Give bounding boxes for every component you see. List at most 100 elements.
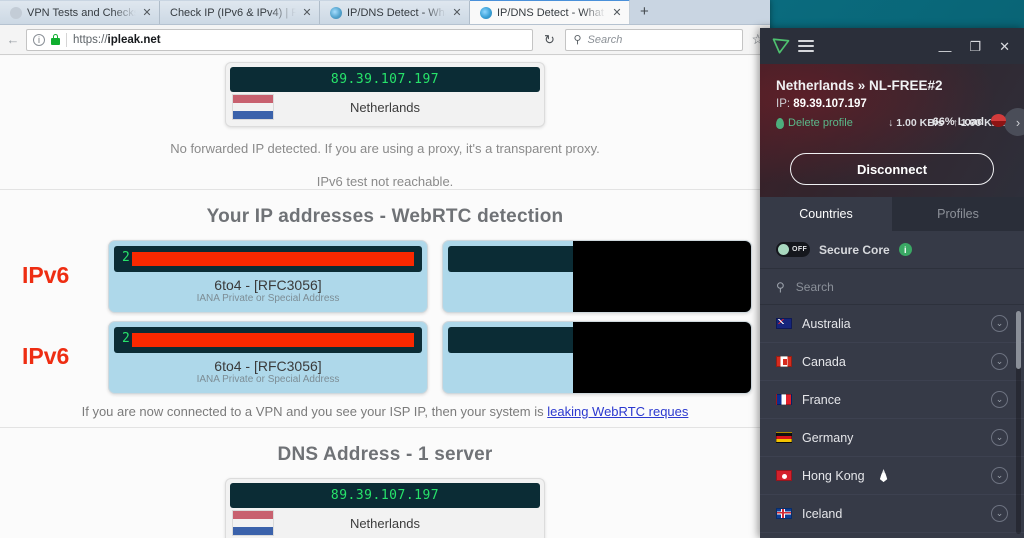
- redaction-block: [573, 322, 751, 393]
- vpn-search-field[interactable]: ⚲ Search: [760, 269, 1024, 305]
- secure-core-row: OFF Secure Core i: [760, 231, 1024, 269]
- browser-tab-2[interactable]: Check IP (IPv6 & IPv4) | Perfect P ✕: [160, 1, 320, 24]
- country-row-canada[interactable]: Canada ⌄: [760, 343, 1024, 381]
- redaction-bar: [132, 252, 414, 266]
- browser-tab-1[interactable]: VPN Tests and Checks - A Ho ✕: [0, 1, 160, 24]
- new-tab-button[interactable]: +: [630, 3, 659, 22]
- webrtc-ip-visible-prefix: 2: [122, 250, 130, 265]
- delete-profile-label: Delete profile: [788, 117, 853, 129]
- webrtc-row-2: IPv6 2 6to4 - [RFC3056] IANA Private or …: [0, 321, 770, 394]
- info-icon[interactable]: i: [898, 243, 912, 256]
- chevron-down-icon[interactable]: ⌄: [991, 429, 1008, 446]
- search-icon: ⚲: [573, 34, 582, 46]
- reload-icon[interactable]: ↻: [539, 32, 559, 48]
- tab-profiles[interactable]: Profiles: [892, 197, 1024, 231]
- tab-title: IP/DNS Detect - What is your: [347, 6, 446, 19]
- browser-tab-3[interactable]: IP/DNS Detect - What is your ✕: [320, 1, 470, 24]
- browser-window: VPN Tests and Checks - A Ho ✕ Check IP (…: [0, 0, 770, 538]
- country-list[interactable]: Australia ⌄ Canada ⌄ France ⌄ Germany ⌄ …: [760, 305, 1024, 538]
- webrtc-row-1-label: IPv6: [22, 262, 70, 288]
- webrtc-footer-text: If you are now connected to a VPN and yo…: [81, 404, 548, 419]
- expand-server-arrow-icon[interactable]: ›: [1004, 108, 1024, 136]
- country-row-hong-kong[interactable]: Hong Kong ⌄: [760, 457, 1024, 495]
- location-pin-icon: [776, 117, 784, 129]
- detected-ip-value: 89.39.107.197: [230, 67, 540, 92]
- toggle-knob: [778, 244, 789, 255]
- secure-core-toggle[interactable]: OFF: [776, 242, 810, 257]
- close-button[interactable]: ✕: [999, 40, 1010, 53]
- webrtc-row-1-right-card: [442, 240, 752, 313]
- webrtc-row-1: IPv6 2 6to4 - [RFC3056] IANA Private or …: [0, 240, 770, 313]
- detected-ip-card: 89.39.107.197 Netherlands: [225, 62, 545, 127]
- country-row-france[interactable]: France ⌄: [760, 381, 1024, 419]
- chevron-down-icon[interactable]: ⌄: [991, 505, 1008, 522]
- country-name: Iceland: [802, 506, 843, 521]
- tab-title: Check IP (IPv6 & IPv4) | Perfect P: [170, 6, 296, 19]
- webrtc-row-2-left-subtitle: IANA Private or Special Address: [196, 374, 340, 385]
- chevron-down-icon[interactable]: ⌄: [991, 315, 1008, 332]
- vpn-search-placeholder: Search: [795, 279, 834, 294]
- search-placeholder: Search: [587, 33, 623, 46]
- dns-country-row: Netherlands: [230, 508, 540, 538]
- server-load-text: 66% Load: [932, 116, 984, 128]
- tab-close-icon[interactable]: ✕: [141, 6, 153, 19]
- connected-ip: IP: 89.39.107.197: [776, 98, 1008, 110]
- detected-ip-country-row: Netherlands: [230, 92, 540, 122]
- ipleak-favicon-icon: [480, 6, 492, 19]
- chevron-down-icon[interactable]: ⌄: [991, 391, 1008, 408]
- minimize-button[interactable]: —: [938, 44, 951, 57]
- ipv6-note: IPv6 test not reachable.: [0, 174, 770, 190]
- site-identity-icon[interactable]: i: [33, 33, 45, 46]
- search-icon: ⚲: [776, 279, 785, 294]
- disconnect-button[interactable]: Disconnect: [790, 153, 994, 185]
- tab-close-icon[interactable]: ✕: [451, 6, 463, 19]
- ip-value: 89.39.107.197: [793, 98, 867, 110]
- germany-flag-icon: [776, 432, 792, 443]
- chevron-down-icon[interactable]: ⌄: [991, 353, 1008, 370]
- detected-ip-country: Netherlands: [349, 99, 421, 115]
- browser-tab-4-active[interactable]: IP/DNS Detect - What is your ✕: [470, 0, 630, 24]
- redaction-bar: [132, 333, 414, 347]
- secure-core-label: Secure Core: [819, 242, 890, 257]
- dns-ip-value: 89.39.107.197: [230, 483, 540, 508]
- vpn-connection-panel: › Netherlands » NL-FREE#2 IP: 89.39.107.…: [760, 64, 1024, 197]
- url-bar[interactable]: i https://ipleak.net: [26, 28, 534, 51]
- tab-title: VPN Tests and Checks - A Ho: [27, 6, 136, 19]
- tab-close-icon[interactable]: ✕: [611, 6, 623, 19]
- webrtc-leak-link[interactable]: leaking WebRTC reques: [547, 404, 688, 419]
- webrtc-row-2-right-card: [442, 321, 752, 394]
- canada-flag-icon: [776, 356, 792, 367]
- country-row-australia[interactable]: Australia ⌄: [760, 305, 1024, 343]
- generic-favicon-icon: [10, 6, 22, 19]
- vpn-title-bar: — ❐ ✕: [760, 28, 1024, 64]
- dns-heading: DNS Address - 1 server: [277, 444, 493, 465]
- webrtc-footer-note: If you are now connected to a VPN and yo…: [0, 404, 770, 428]
- delete-profile-button[interactable]: Delete profile: [776, 117, 853, 129]
- dns-country: Netherlands: [349, 515, 421, 531]
- browser-search-box[interactable]: ⚲ Search: [565, 28, 744, 51]
- webrtc-ip-visible-prefix: 2: [122, 331, 130, 346]
- scrollbar-thumb[interactable]: [1016, 311, 1021, 369]
- redaction-block: [573, 241, 751, 312]
- tab-close-icon[interactable]: ✕: [301, 6, 313, 19]
- back-arrow-icon[interactable]: ←: [6, 32, 20, 47]
- lock-icon: [51, 34, 60, 45]
- country-name: France: [802, 392, 841, 407]
- iceland-flag-icon: [776, 508, 792, 519]
- hong-kong-flag-icon: [776, 470, 792, 481]
- dns-server-card: 89.39.107.197 Netherlands: [225, 478, 545, 538]
- connected-server-name: Netherlands » NL-FREE#2: [776, 78, 943, 93]
- toggle-state-label: OFF: [792, 246, 808, 253]
- hamburger-menu-icon[interactable]: [798, 40, 814, 52]
- page-content: 89.39.107.197 Netherlands No forwarded I…: [0, 56, 770, 538]
- maximize-button[interactable]: ❐: [969, 40, 981, 53]
- webrtc-row-2-left-ip: 2: [114, 327, 422, 353]
- country-row-germany[interactable]: Germany ⌄: [760, 419, 1024, 457]
- tab-countries[interactable]: Countries: [760, 197, 892, 231]
- browser-tab-strip: VPN Tests and Checks - A Ho ✕ Check IP (…: [0, 0, 770, 25]
- country-row-iceland[interactable]: Iceland ⌄: [760, 495, 1024, 533]
- webrtc-row-2-label: IPv6: [22, 343, 70, 369]
- chevron-down-icon[interactable]: ⌄: [991, 467, 1008, 484]
- webrtc-row-1-left-card: 2 6to4 - [RFC3056] IANA Private or Speci…: [108, 240, 428, 313]
- australia-flag-icon: [776, 318, 792, 329]
